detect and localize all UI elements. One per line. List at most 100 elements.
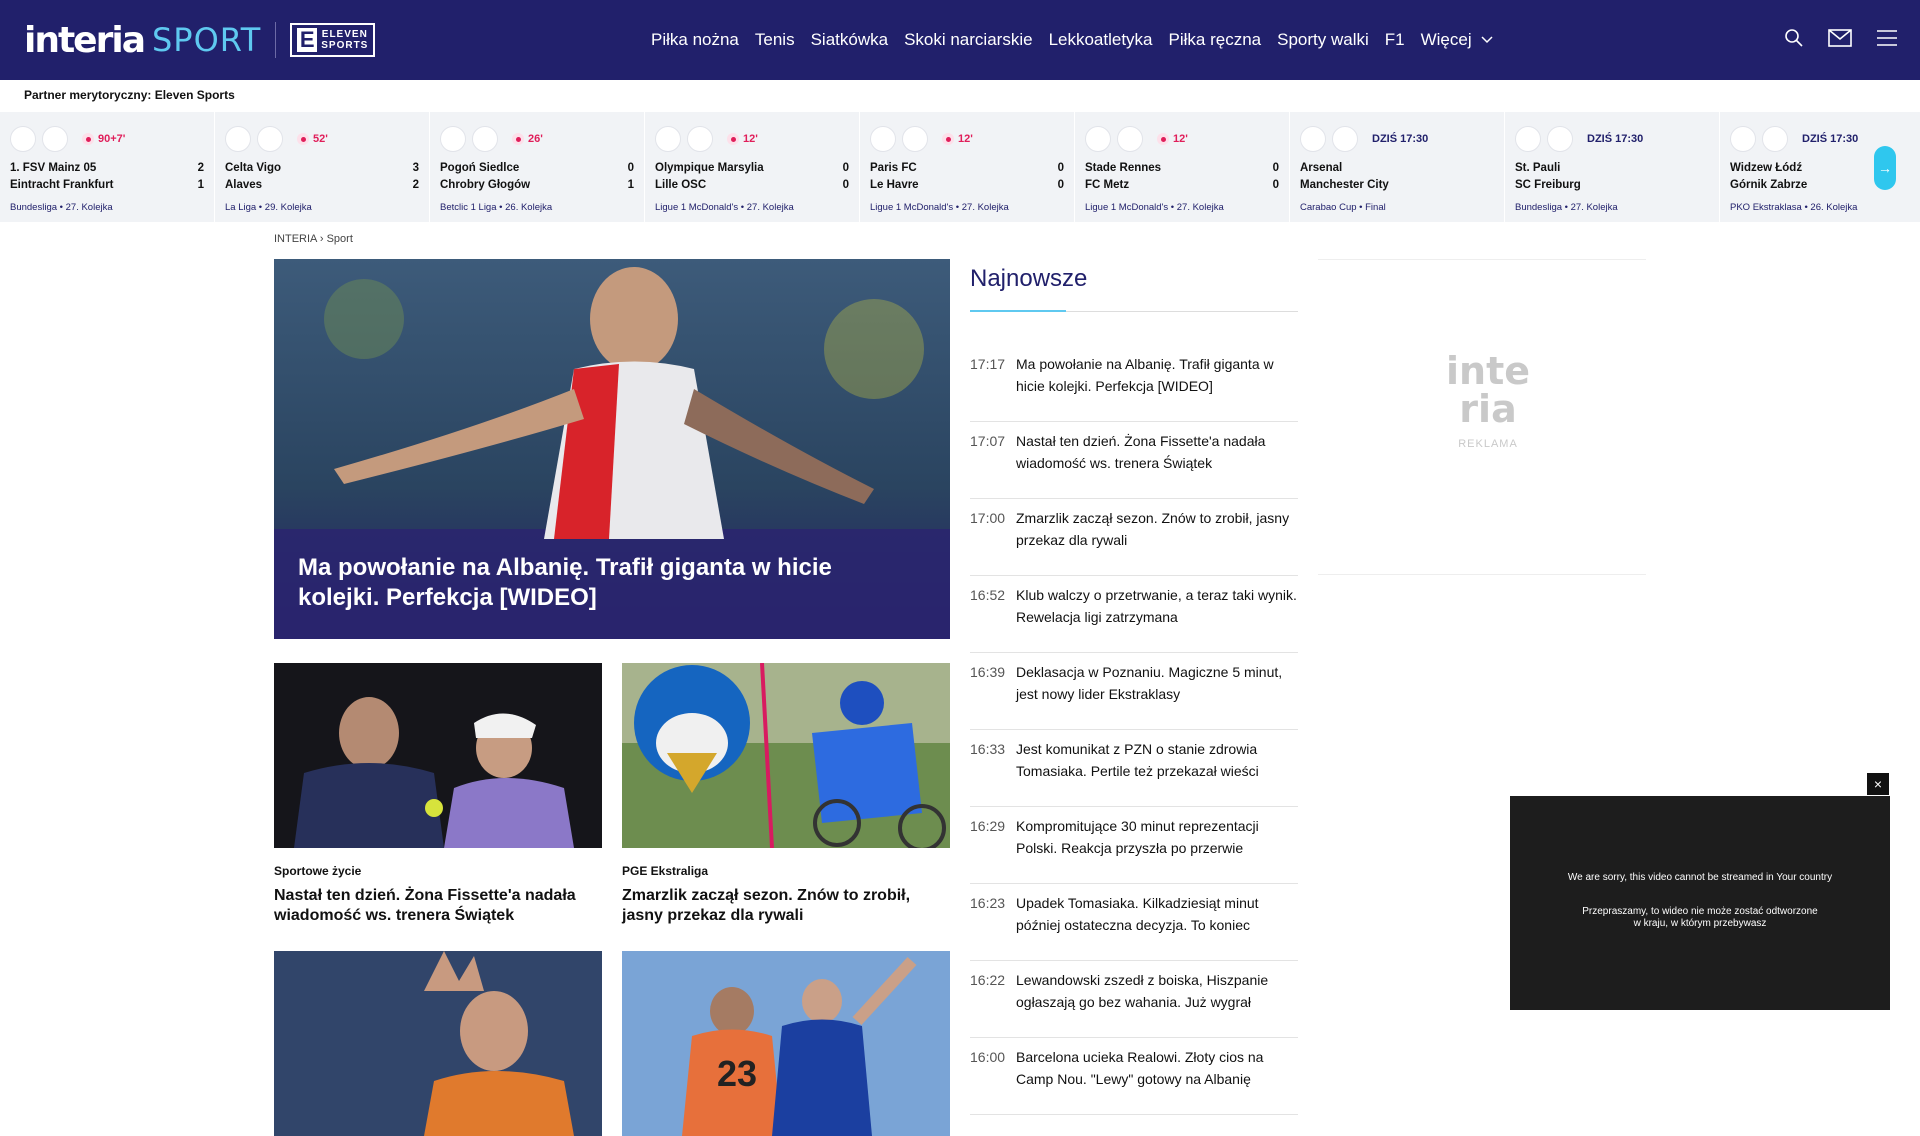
mail-icon[interactable]: [1828, 29, 1852, 47]
away-team: Alaves: [225, 179, 263, 191]
article-tile[interactable]: PGE Ekstraliga Zmarzlik zaczął sezon. Zn…: [622, 663, 950, 926]
news-title[interactable]: Klub walczy o przetrwanie, a teraz taki …: [1016, 584, 1298, 652]
hamburger-menu-icon[interactable]: [1876, 29, 1898, 47]
away-team: FC Metz: [1085, 179, 1130, 191]
match-card[interactable]: 90+7' 1. FSV Mainz 05 Eintracht Frankfurt 2…: [0, 112, 215, 222]
match-meta: Ligue 1 McDonald's • 27. Kolejka: [655, 202, 794, 213]
match-card[interactable]: 52' Celta Vigo Alaves 3 2 La Liga • 29. Kolej…: [215, 112, 430, 222]
away-team: Chrobry Głogów: [440, 179, 531, 191]
away-score: 1: [197, 179, 204, 191]
breadcrumb: INTERIA › Sport: [274, 233, 353, 245]
news-time: 17:00: [970, 510, 1006, 526]
away-score: 0: [1057, 179, 1064, 191]
hero-title[interactable]: Ma powołanie na Albanię. Trafił giganta …: [298, 553, 898, 613]
eleven-sports-logo[interactable]: E ELEVEN SPORTS: [290, 23, 376, 57]
away-team: Eintracht Frankfurt: [10, 179, 114, 191]
news-list-item[interactable]: 17:07 Nastał ten dzień. Żona Fissette'a n…: [970, 422, 1298, 499]
article-title[interactable]: Nastał ten dzień. Żona Fissette'a nadała…: [274, 886, 602, 926]
search-icon[interactable]: [1784, 28, 1804, 48]
match-meta: Betclic 1 Liga • 26. Kolejka: [440, 202, 553, 213]
nav-item-tenis[interactable]: Tenis: [755, 30, 795, 50]
article-tile[interactable]: 23: [622, 951, 950, 1136]
nav-item-f1[interactable]: F1: [1385, 30, 1405, 50]
nav-item-pilka-reczna[interactable]: Piłka ręczna: [1169, 30, 1262, 50]
league-round: 27. Kolejka: [65, 202, 113, 213]
article-category[interactable]: PGE Ekstraliga: [622, 864, 950, 878]
match-card[interactable]: 12' Stade Rennes FC Metz 0 0 Ligue 1 McDonald…: [1075, 112, 1290, 222]
away-team: SC Freiburg: [1515, 179, 1581, 191]
match-card[interactable]: DZIŚ 17:30 Arsenal Manchester City Carabao …: [1290, 112, 1505, 222]
article-title[interactable]: Zmarzlik zaczął sezon. Znów to zrobił, j…: [622, 886, 950, 926]
article-image: [274, 951, 602, 1136]
article-tile[interactable]: Sportowe życie Nastał ten dzień. Żona Fi…: [274, 663, 602, 926]
news-title[interactable]: Lewandowski zszedł z boiska, Hiszpanie o…: [1016, 969, 1298, 1037]
news-title[interactable]: Kompromitujące 30 minut reprezentacji Po…: [1016, 815, 1298, 883]
news-time: 17:07: [970, 433, 1006, 449]
news-list-item[interactable]: 16:39 Deklasacja w Poznaniu. Magiczne 5 m…: [970, 653, 1298, 730]
nav-item-skoki[interactable]: Skoki narciarskie: [904, 30, 1033, 50]
match-status: DZIŚ 17:30: [1802, 133, 1858, 145]
nav-more-dropdown[interactable]: Więcej: [1421, 30, 1494, 50]
nav-item-sporty-walki[interactable]: Sporty walki: [1277, 30, 1369, 50]
match-meta: La Liga • 29. Kolejka: [225, 202, 312, 213]
match-card[interactable]: 26' Pogoń Siedlce Chrobry Głogów 0 1 Betclic …: [430, 112, 645, 222]
match-meta: Bundesliga • 27. Kolejka: [10, 202, 113, 213]
news-list-item[interactable]: 16:23 Upadek Tomasiaka. Kilkadziesiąt min…: [970, 884, 1298, 961]
league-round: 27. Kolejka: [1176, 202, 1224, 213]
news-list-item[interactable]: 16:33 Jest komunikat z PZN o stanie zdrow…: [970, 730, 1298, 807]
hero-article[interactable]: Ma powołanie na Albanię. Trafił giganta …: [274, 259, 950, 639]
news-time: 16:39: [970, 664, 1006, 680]
news-list-item[interactable]: 16:22 Lewandowski zszedł z boiska, Hiszpa…: [970, 961, 1298, 1038]
match-card[interactable]: DZIŚ 17:30 St. Pauli SC Freiburg Bundesliga…: [1505, 112, 1720, 222]
match-card[interactable]: 12' Olympique Marsylia Lille OSC 0 0 Ligue 1 …: [645, 112, 860, 222]
advertisement-slot[interactable]: inte ria REKLAMA: [1318, 259, 1646, 575]
home-team: Stade Rennes: [1085, 162, 1162, 174]
breadcrumb-sport[interactable]: Sport: [327, 233, 353, 245]
team-crest-icon: [1117, 126, 1143, 152]
live-dot-icon: [942, 133, 954, 145]
scores-next-arrow-icon[interactable]: →: [1874, 146, 1896, 190]
news-title[interactable]: Jest komunikat z PZN o stanie zdrowia To…: [1016, 738, 1298, 806]
match-card[interactable]: 12' Paris FC Le Havre 0 0 Ligue 1 McDonald's …: [860, 112, 1075, 222]
svg-text:23: 23: [717, 1053, 757, 1094]
team-crest-icon: [902, 126, 928, 152]
news-time: 16:29: [970, 818, 1006, 834]
article-category[interactable]: Sportowe życie: [274, 864, 602, 878]
team-crest-icon: [257, 126, 283, 152]
news-title[interactable]: Ma powołanie na Albanię. Trafił giganta …: [1016, 353, 1298, 421]
news-list-item[interactable]: 16:52 Klub walczy o przetrwanie, a teraz …: [970, 576, 1298, 653]
article-image: [274, 663, 602, 848]
news-title[interactable]: Upadek Tomasiaka. Kilkadziesiąt minut pó…: [1016, 892, 1298, 960]
league-name: Bundesliga: [1515, 202, 1563, 213]
ad-placeholder: inte ria REKLAMA: [1446, 352, 1530, 450]
news-title[interactable]: Barcelona ucieka Realowi. Złoty cios na …: [1016, 1046, 1298, 1114]
match-status-text: 12': [958, 133, 973, 145]
news-list-item[interactable]: 16:29 Kompromitujące 30 minut reprezentac…: [970, 807, 1298, 884]
floating-video-player[interactable]: We are sorry, this video cannot be strea…: [1510, 796, 1890, 1010]
home-team: 1. FSV Mainz 05: [10, 162, 97, 174]
news-title[interactable]: Nastał ten dzień. Żona Fissette'a nadała…: [1016, 430, 1298, 498]
nav-item-lekkoatletyka[interactable]: Lekkoatletyka: [1049, 30, 1153, 50]
team-crest-icon: [1730, 126, 1756, 152]
brand-logo[interactable]: interia SPORT E ELEVEN SPORTS: [24, 18, 376, 62]
away-team: Le Havre: [870, 179, 919, 191]
video-close-button[interactable]: ×: [1867, 773, 1889, 795]
breadcrumb-interia[interactable]: INTERIA: [274, 233, 317, 245]
nav-item-siatkowka[interactable]: Siatkówka: [811, 30, 888, 50]
news-title[interactable]: Zmarzlik zaczął sezon. Znów to zrobił, j…: [1016, 507, 1298, 575]
team-crest-icon: [1085, 126, 1111, 152]
news-list-item[interactable]: 16:00 Barcelona ucieka Realowi. Złoty cio…: [970, 1038, 1298, 1115]
article-tile[interactable]: [274, 951, 602, 1136]
news-list-item[interactable]: 17:17 Ma powołanie na Albanię. Trafił gig…: [970, 345, 1298, 422]
team-crest-icon: [1762, 126, 1788, 152]
team-crest-icon: [1300, 126, 1326, 152]
match-status: 90+7': [82, 133, 125, 145]
home-score: 0: [1272, 162, 1279, 174]
match-status: 52': [297, 133, 328, 145]
latest-heading-underline: [970, 310, 1298, 312]
news-list-item[interactable]: 17:00 Zmarzlik zaczął sezon. Znów to zrob…: [970, 499, 1298, 576]
match-status-text: 90+7': [98, 133, 126, 145]
team-crest-icon: [440, 126, 466, 152]
nav-item-pilka-nozna[interactable]: Piłka nożna: [651, 30, 739, 50]
news-title[interactable]: Deklasacja w Poznaniu. Magiczne 5 minut,…: [1016, 661, 1298, 729]
